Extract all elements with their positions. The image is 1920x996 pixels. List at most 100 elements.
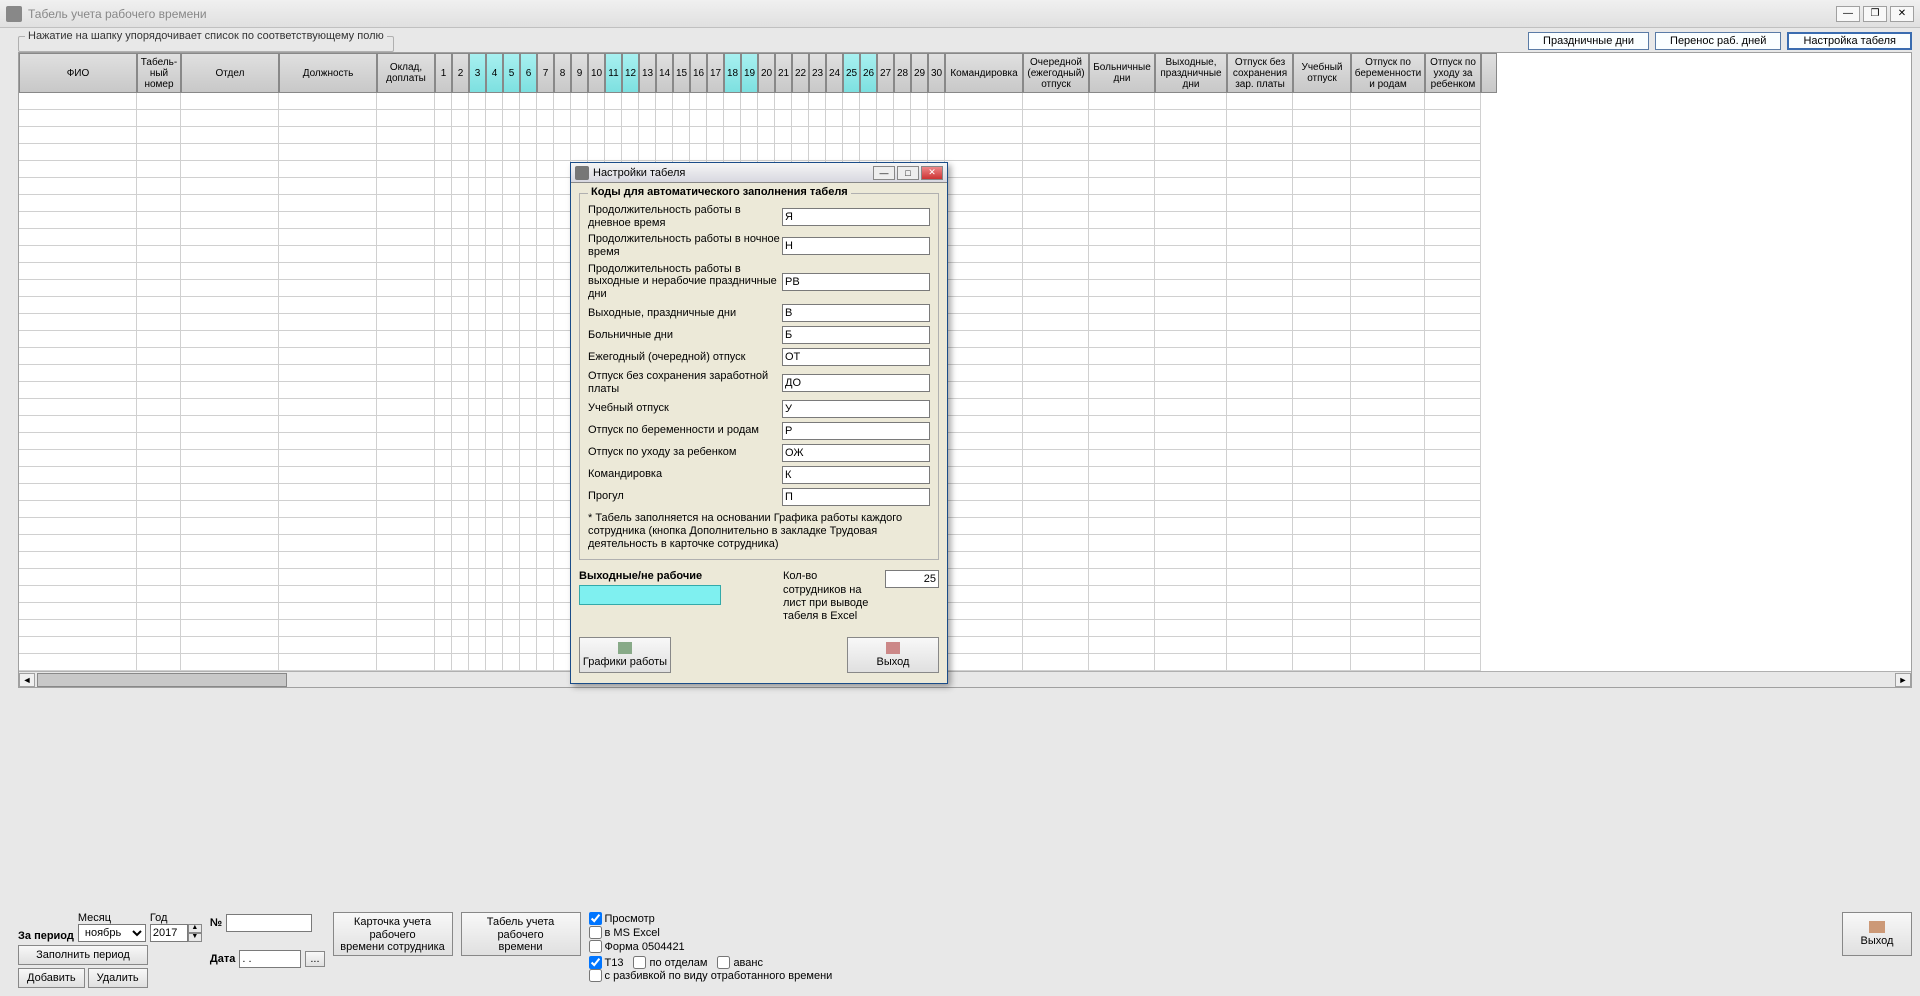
table-row[interactable]	[19, 399, 1911, 416]
table-row[interactable]	[19, 552, 1911, 569]
column-header[interactable]: 9	[571, 53, 588, 93]
table-row[interactable]	[19, 603, 1911, 620]
year-up[interactable]: ▲	[188, 924, 202, 933]
breakdown-check[interactable]: с разбивкой по виду отработанного времен…	[589, 969, 833, 982]
timesheet-button[interactable]: Табель учета рабочего времени	[461, 912, 581, 956]
table-row[interactable]	[19, 331, 1911, 348]
column-header[interactable]: 30	[928, 53, 945, 93]
table-row[interactable]	[19, 586, 1911, 603]
dialog-titlebar[interactable]: Настройки табеля — □ ✕	[571, 163, 947, 183]
code-input-10[interactable]	[782, 466, 930, 484]
table-row[interactable]	[19, 569, 1911, 586]
table-row[interactable]	[19, 501, 1911, 518]
code-input-6[interactable]	[782, 374, 930, 392]
weekend-color-swatch[interactable]	[579, 585, 721, 605]
column-header[interactable]: 23	[809, 53, 826, 93]
column-header[interactable]: ФИО	[19, 53, 137, 93]
column-header[interactable]: 27	[877, 53, 894, 93]
table-row[interactable]	[19, 654, 1911, 671]
table-row[interactable]	[19, 178, 1911, 195]
column-header[interactable]: 11	[605, 53, 622, 93]
settings-button[interactable]: Настройка табеля	[1787, 32, 1912, 50]
column-header[interactable]: Больничные дни	[1089, 53, 1155, 93]
date-picker-button[interactable]: ...	[305, 951, 324, 967]
close-main-button[interactable]: ✕	[1890, 6, 1914, 22]
column-header[interactable]: 18	[724, 53, 741, 93]
column-header[interactable]: 13	[639, 53, 656, 93]
column-header[interactable]: 17	[707, 53, 724, 93]
scroll-thumb[interactable]	[37, 673, 287, 687]
column-header[interactable]: 16	[690, 53, 707, 93]
column-header[interactable]: Отдел	[181, 53, 279, 93]
table-row[interactable]	[19, 127, 1911, 144]
column-header[interactable]: Табель- ный номер	[137, 53, 181, 93]
column-header[interactable]: 4	[486, 53, 503, 93]
column-header[interactable]: Командировка	[945, 53, 1023, 93]
table-row[interactable]	[19, 535, 1911, 552]
table-row[interactable]	[19, 297, 1911, 314]
number-input[interactable]	[226, 914, 312, 932]
code-input-9[interactable]	[782, 444, 930, 462]
bydept-check[interactable]: по отделам	[633, 956, 707, 969]
shift-days-button[interactable]: Перенос раб. дней	[1655, 32, 1781, 50]
table-row[interactable]	[19, 382, 1911, 399]
code-input-11[interactable]	[782, 488, 930, 506]
table-row[interactable]	[19, 110, 1911, 127]
column-header[interactable]: 25	[843, 53, 860, 93]
scroll-left-arrow[interactable]: ◄	[19, 673, 35, 687]
column-header[interactable]: Отпуск по беременности и родам	[1351, 53, 1425, 93]
table-row[interactable]	[19, 637, 1911, 654]
column-header[interactable]: 24	[826, 53, 843, 93]
column-header[interactable]: 20	[758, 53, 775, 93]
exit-button[interactable]: Выход	[1842, 912, 1912, 956]
column-header[interactable]: Отпуск по уходу за ребенком	[1425, 53, 1481, 93]
table-row[interactable]	[19, 484, 1911, 501]
table-row[interactable]	[19, 263, 1911, 280]
table-row[interactable]	[19, 229, 1911, 246]
table-row[interactable]	[19, 365, 1911, 382]
column-header[interactable]: 14	[656, 53, 673, 93]
code-input-7[interactable]	[782, 400, 930, 418]
column-header[interactable]: Выходные, праздничные дни	[1155, 53, 1227, 93]
holidays-button[interactable]: Праздничные дни	[1528, 32, 1649, 50]
table-row[interactable]	[19, 314, 1911, 331]
preview-check[interactable]: Просмотр	[589, 912, 833, 925]
column-header[interactable]: Должность	[279, 53, 377, 93]
table-row[interactable]	[19, 93, 1911, 110]
add-button[interactable]: Добавить	[18, 968, 85, 988]
fill-period-button[interactable]: Заполнить период	[18, 945, 148, 965]
table-row[interactable]	[19, 433, 1911, 450]
scroll-right-arrow[interactable]: ►	[1895, 673, 1911, 687]
dialog-exit-button[interactable]: Выход	[847, 637, 939, 673]
code-input-8[interactable]	[782, 422, 930, 440]
vertical-scrollbar[interactable]	[1481, 53, 1497, 93]
column-header[interactable]: Оклад, доплаты	[377, 53, 435, 93]
column-header[interactable]: 6	[520, 53, 537, 93]
restore-button[interactable]: ❐	[1863, 6, 1887, 22]
year-down[interactable]: ▼	[188, 933, 202, 942]
table-row[interactable]	[19, 518, 1911, 535]
table-row[interactable]	[19, 212, 1911, 229]
code-input-5[interactable]	[782, 348, 930, 366]
year-input[interactable]	[150, 924, 188, 942]
table-row[interactable]	[19, 195, 1911, 212]
table-row[interactable]	[19, 620, 1911, 637]
table-row[interactable]	[19, 416, 1911, 433]
column-header[interactable]: 19	[741, 53, 758, 93]
date-input[interactable]	[239, 950, 301, 968]
emp-count-input[interactable]	[885, 570, 939, 588]
table-row[interactable]	[19, 246, 1911, 263]
horizontal-scrollbar[interactable]: ◄ ►	[19, 671, 1911, 687]
code-input-1[interactable]	[782, 237, 930, 255]
column-header[interactable]: Очередной (ежегодный) отпуск	[1023, 53, 1089, 93]
column-header[interactable]: 8	[554, 53, 571, 93]
table-row[interactable]	[19, 280, 1911, 297]
column-header[interactable]: 15	[673, 53, 690, 93]
table-row[interactable]	[19, 467, 1911, 484]
column-header[interactable]: 22	[792, 53, 809, 93]
delete-button[interactable]: Удалить	[88, 968, 148, 988]
table-row[interactable]	[19, 348, 1911, 365]
code-input-2[interactable]	[782, 273, 930, 291]
column-header[interactable]: 21	[775, 53, 792, 93]
column-header[interactable]: 10	[588, 53, 605, 93]
